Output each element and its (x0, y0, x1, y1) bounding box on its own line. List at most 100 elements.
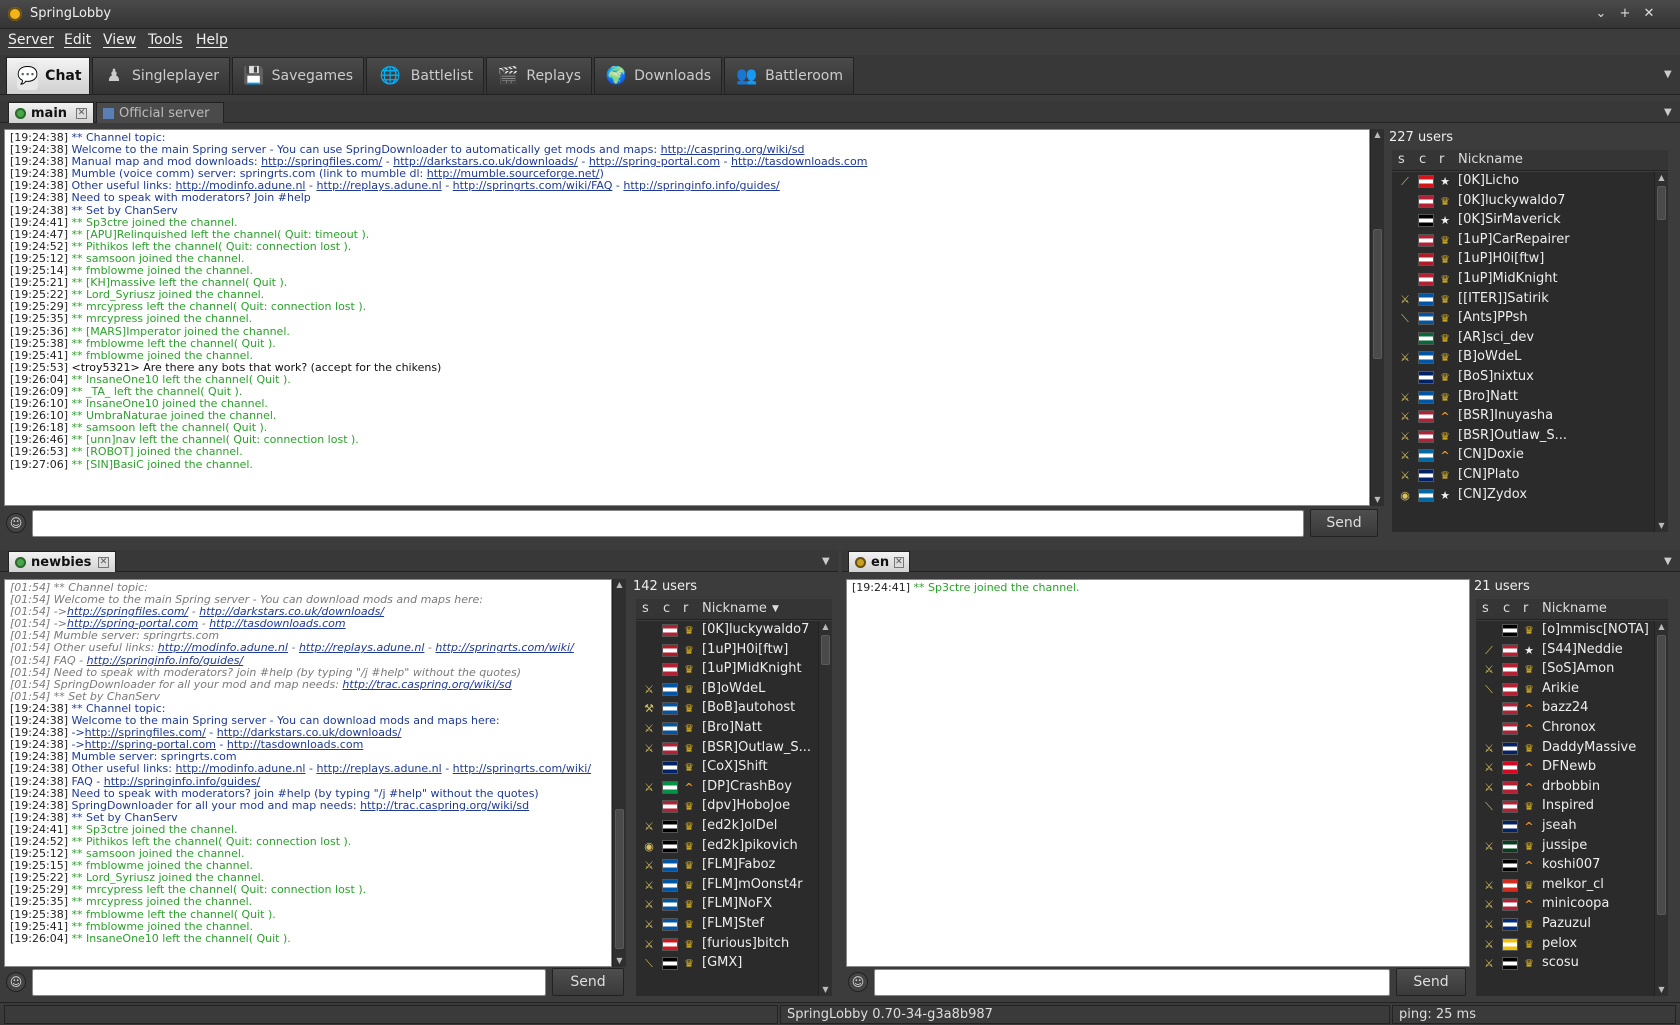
user-row[interactable]: ⚔ ♛ [B]oWdeL (1392, 348, 1654, 368)
chat-link[interactable]: http://replays.adune.nl (299, 642, 424, 654)
newbies-user-list[interactable]: ♛ [0K]luckywaldo7 ♛ [1uP]H0i[ftw] ♛ [1uP]MidK… (636, 621, 818, 996)
scroll-up-icon[interactable]: ▲ (1655, 172, 1668, 184)
user-row[interactable]: ⚔ ♛ [furious]bitch (636, 935, 818, 955)
user-row[interactable]: ⚔ ♛ [BSR]Outlaw_S... (1392, 427, 1654, 447)
user-row[interactable]: ⚔ ♛ jussipe (1476, 837, 1654, 857)
user-row[interactable]: ♛ [1uP]MidKnight (1392, 270, 1654, 290)
emoticon-icon[interactable]: ☺ (6, 513, 26, 533)
main-user-list[interactable]: ⟋ ★ [0K]Licho ♛ [0K]luckywaldo7 ★ [0K]SirMaver… (1392, 172, 1654, 532)
main-userlist-scrollbar[interactable]: ▲ ▼ (1654, 172, 1668, 532)
minimize-button[interactable]: ⌄ (1592, 5, 1610, 23)
user-row[interactable]: ⚔ ♛ [Bro]Natt (636, 719, 818, 739)
menu-edit[interactable]: Edit (64, 32, 91, 48)
close-tab-icon[interactable]: ✕ (894, 556, 904, 568)
header-nickname[interactable]: Nickname (1542, 601, 1607, 616)
main-chat-input[interactable] (32, 510, 1304, 537)
chat-link[interactable]: http://tasdownloads.com (227, 739, 363, 751)
user-row[interactable]: ⚔ ^ drbobbin (1476, 778, 1654, 798)
user-row[interactable]: ⚔ ♛ [ed2k]olDel (636, 817, 818, 837)
scroll-up-icon[interactable]: ▲ (613, 579, 626, 591)
chat-link[interactable]: http://tasdownloads.com (731, 156, 867, 168)
tab-replays[interactable]: 🎬 Replays (486, 57, 592, 94)
emoticon-icon[interactable]: ☺ (6, 972, 26, 992)
chat-link[interactable]: http://springinfo.info/guides/ (623, 180, 779, 192)
close-tab-icon[interactable]: ✕ (76, 107, 87, 119)
user-row[interactable]: ^ jseah (1476, 817, 1654, 837)
user-row[interactable]: ⚔ ♛ DaddyMassive (1476, 739, 1654, 759)
user-row[interactable]: ♛ [1uP]H0i[ftw] (636, 641, 818, 661)
en-userlist-scrollbar[interactable]: ▲ ▼ (1654, 621, 1668, 996)
chat-link[interactable]: http://trac.caspring.org/wiki/sd (360, 800, 529, 812)
user-row[interactable]: ♛ [1uP]H0i[ftw] (1392, 250, 1654, 270)
user-row[interactable]: ⚔ ♛ [FLM]NoFX (636, 895, 818, 915)
user-row[interactable]: ♛ [o]mmisc[NOTA] (1476, 621, 1654, 641)
user-row[interactable]: ⚔ ^ DFNewb (1476, 758, 1654, 778)
user-row[interactable]: ⚒ ♛ [BoB]autohost (636, 699, 818, 719)
en-chat-input[interactable] (874, 969, 1390, 996)
chat-link[interactable]: http://tasdownloads.com (209, 618, 345, 630)
chat-link[interactable]: http://darkstars.co.uk/downloads/ (199, 606, 384, 618)
header-nickname[interactable]: Nickname (702, 601, 767, 616)
user-row[interactable]: ♛ [BoS]nixtux (1392, 368, 1654, 388)
en-chat-log[interactable]: [19:24:41] ** Sp3ctre joined the channel… (846, 579, 1470, 967)
user-row[interactable]: ♛ [1uP]MidKnight (636, 660, 818, 680)
user-row[interactable]: ⚔ ♛ [Bro]Natt (1392, 388, 1654, 408)
tab-chat[interactable]: 💬 Chat (6, 57, 90, 94)
newbies-chat-input[interactable] (32, 969, 546, 996)
scroll-down-icon[interactable]: ▼ (819, 984, 832, 996)
user-row[interactable]: ⚔ ^ [CN]Doxie (1392, 446, 1654, 466)
main-chat-scrollbar[interactable]: ▲ ▼ (1370, 129, 1384, 506)
user-row[interactable]: ⚔ ♛ [B]oWdeL (636, 680, 818, 700)
tab-overflow-chevron-icon[interactable]: ▼ (1664, 69, 1672, 80)
header-rank[interactable]: r (1439, 152, 1444, 167)
user-row[interactable]: ⚔ ♛ scosu (1476, 954, 1654, 974)
menu-help[interactable]: Help (196, 32, 228, 48)
menu-tools[interactable]: Tools (148, 32, 183, 48)
user-row[interactable]: ⟍ ♛ Inspired (1476, 797, 1654, 817)
close-tab-icon[interactable]: ✕ (98, 556, 109, 568)
header-nickname[interactable]: Nickname (1458, 152, 1523, 167)
user-row[interactable]: ⟍ ♛ Arikie (1476, 680, 1654, 700)
chat-link[interactable]: http://springfiles.com/ (85, 727, 206, 739)
chat-link[interactable]: http://darkstars.co.uk/downloads/ (393, 156, 578, 168)
main-send-button[interactable]: Send (1310, 509, 1378, 537)
header-status[interactable]: s (1482, 601, 1489, 616)
user-row[interactable]: ⟋ ★ [S44]Neddie (1476, 641, 1654, 661)
tab-savegames[interactable]: 💾 Savegames (232, 57, 364, 94)
scroll-up-icon[interactable]: ▲ (1655, 621, 1668, 633)
user-row[interactable]: ♛ [0K]luckywaldo7 (1392, 192, 1654, 212)
close-button[interactable]: ✕ (1640, 5, 1658, 23)
scroll-down-icon[interactable]: ▼ (1371, 494, 1384, 506)
chat-link[interactable]: http://replays.adune.nl (316, 763, 441, 775)
user-row[interactable]: ♛ [0K]luckywaldo7 (636, 621, 818, 641)
subtab-en[interactable]: en ✕ (848, 551, 910, 572)
user-row[interactable]: ^ Chronox (1476, 719, 1654, 739)
newbies-userlist-scrollbar[interactable]: ▲ ▼ (818, 621, 832, 996)
chat-link[interactable]: http://springinfo.info/guides/ (87, 655, 244, 667)
chat-link[interactable]: http://darkstars.co.uk/downloads/ (217, 727, 402, 739)
chat-link[interactable]: http://springfiles.com/ (67, 606, 188, 618)
chat-link[interactable]: http://caspring.org/wiki/sd (661, 144, 805, 156)
user-row[interactable]: ⚔ ♛ [SoS]Amon (1476, 660, 1654, 680)
maximize-button[interactable]: + (1616, 5, 1634, 23)
scroll-down-icon[interactable]: ▼ (1655, 984, 1668, 996)
chat-link[interactable]: http://trac.caspring.org/wiki/sd (342, 679, 511, 691)
chat-link[interactable]: http://springinfo.info/guides/ (104, 776, 260, 788)
user-row[interactable]: ♛ [1uP]CarRepairer (1392, 231, 1654, 251)
user-row[interactable]: ⚔ ^ [DP]CrashBoy (636, 778, 818, 798)
user-row[interactable]: ^ koshi007 (1476, 856, 1654, 876)
chat-link[interactable]: http://springrts.com/wiki/ (435, 642, 573, 654)
scroll-thumb[interactable] (821, 635, 830, 665)
user-row[interactable]: ♛ [CoX]Shift (636, 758, 818, 778)
scroll-up-icon[interactable]: ▲ (819, 621, 832, 633)
chat-link[interactable]: http://modinfo.adune.nl (175, 763, 305, 775)
scroll-down-icon[interactable]: ▼ (613, 955, 626, 967)
chat-link[interactable]: http://replays.adune.nl (316, 180, 441, 192)
menu-view[interactable]: View (103, 32, 136, 48)
scroll-down-icon[interactable]: ▼ (1655, 520, 1668, 532)
user-row[interactable]: ^ bazz24 (1476, 699, 1654, 719)
user-row[interactable]: ★ [0K]SirMaverick (1392, 211, 1654, 231)
newbies-userlist-header[interactable]: s c r Nickname ▼ (636, 599, 832, 620)
user-row[interactable]: ⚔ ^ minicoopa (1476, 895, 1654, 915)
header-rank[interactable]: r (1523, 601, 1528, 616)
